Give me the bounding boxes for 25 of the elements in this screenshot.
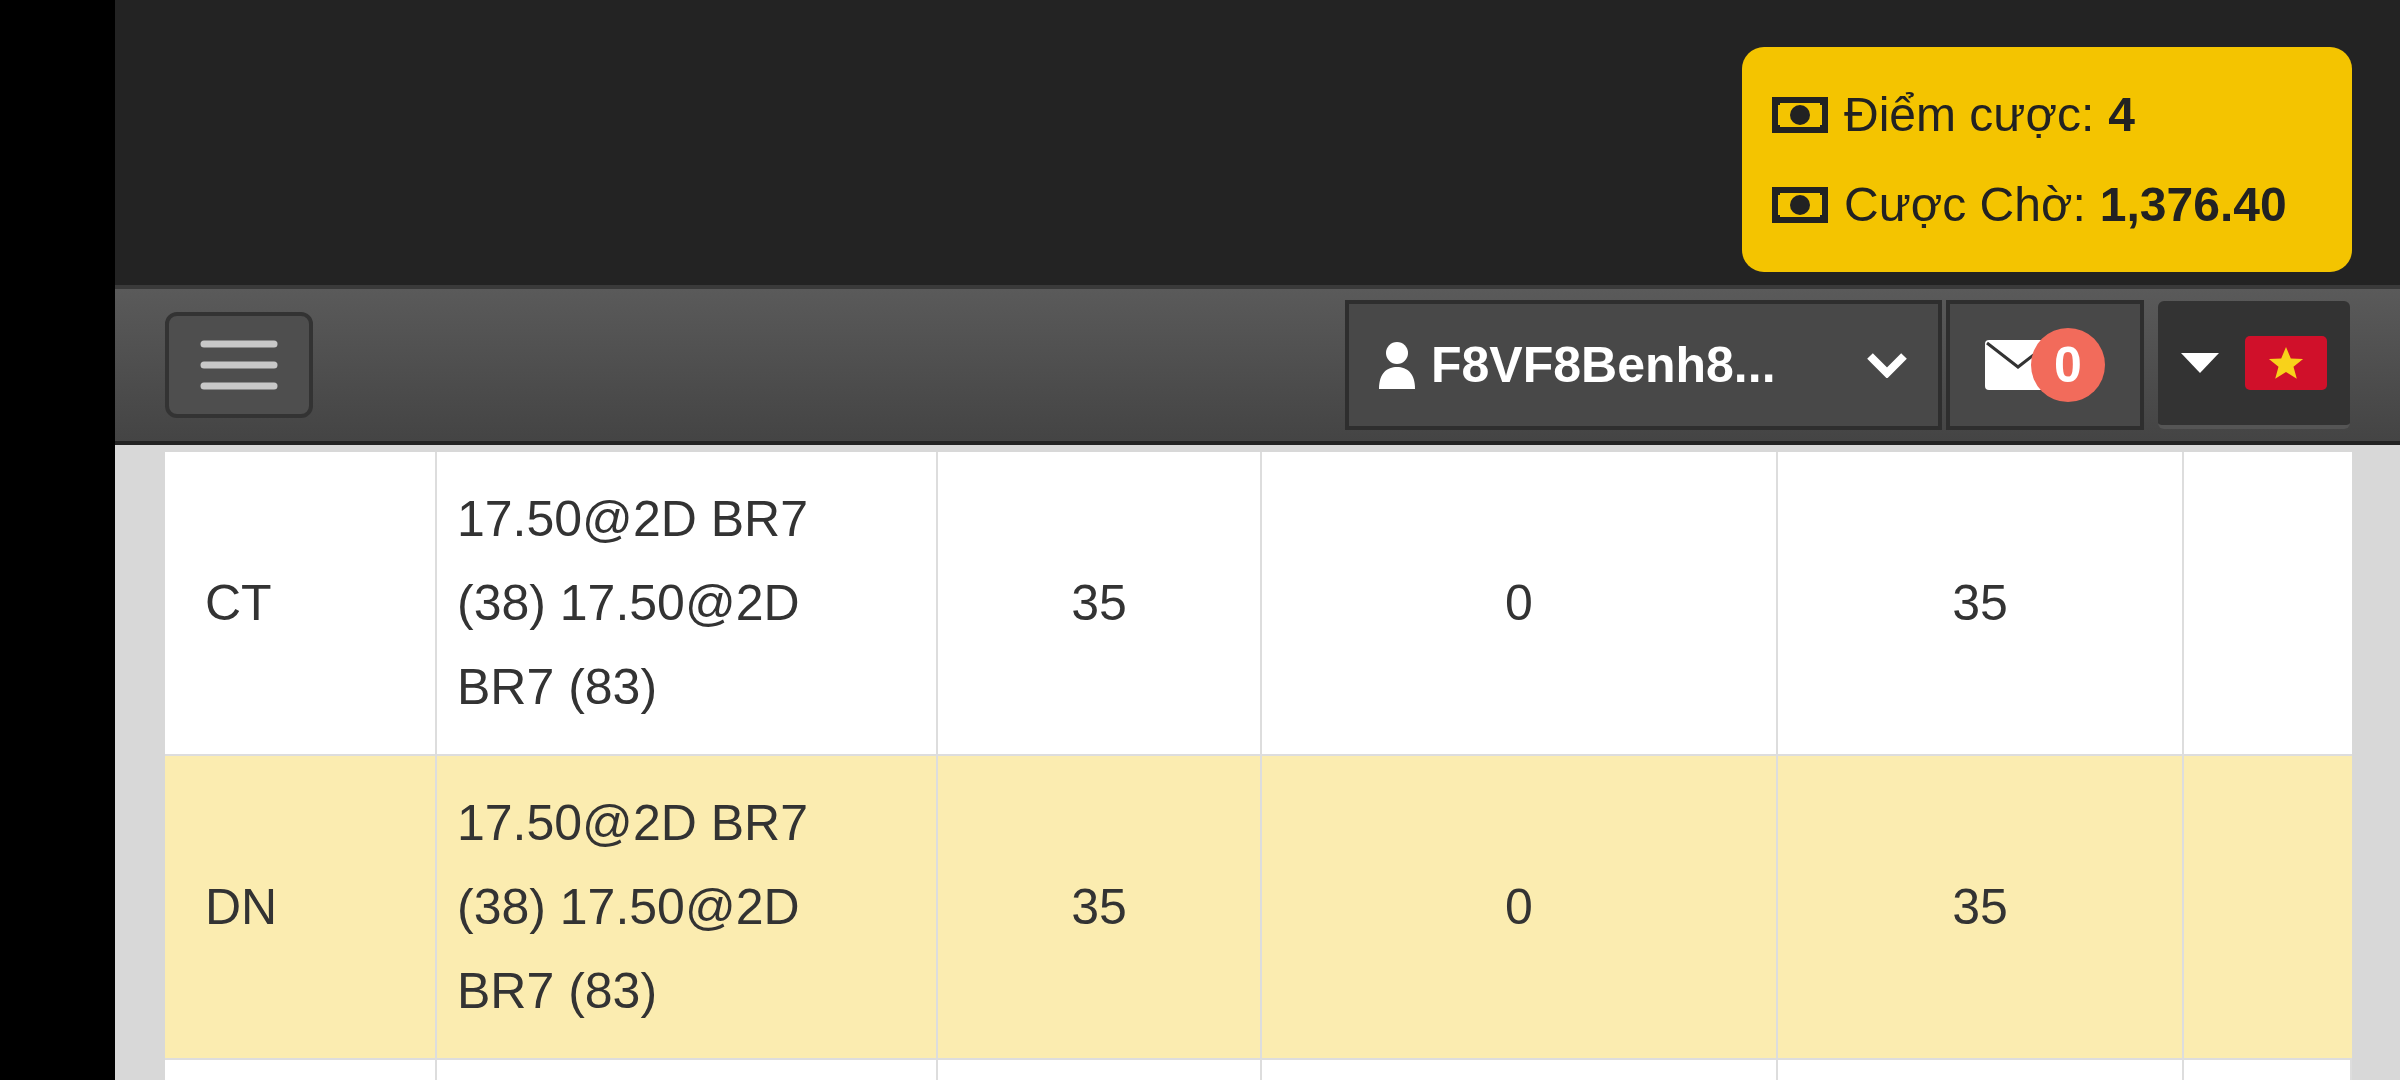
table-cell: 0 — [1262, 452, 1778, 754]
balance-value: 4 — [2108, 86, 2135, 143]
caret-icon — [2181, 353, 2219, 373]
balance-value: 1,376.40 — [2099, 176, 2287, 233]
balance-label: Cược Chờ: — [1844, 176, 2086, 233]
table-cell: 35 — [938, 756, 1262, 1058]
table-cell: DN — [165, 756, 437, 1058]
banknote-icon — [1770, 184, 1830, 225]
table-cell: 17.50@2D BR7 (38) 17.50@2D BR7 (83) — [437, 756, 938, 1058]
banknote-icon — [1770, 94, 1830, 135]
user-dropdown[interactable]: F8VF8Benh8... — [1345, 300, 1942, 430]
table-cell: 35 — [938, 452, 1262, 754]
table-cell: 0 — [1262, 756, 1778, 1058]
menu-button[interactable] — [165, 312, 313, 418]
table-cell: 35 — [1778, 756, 2184, 1058]
table-cell: 17.50@2D BR7 (38) 17.50@2D BR7 (83) — [437, 452, 938, 754]
user-icon — [1379, 341, 1415, 389]
language-dropdown[interactable] — [2158, 301, 2350, 429]
flag-icon — [2245, 336, 2327, 390]
table-cell: 35 — [1778, 452, 2184, 754]
chevron-down-icon — [1866, 352, 1908, 378]
menu-icon — [200, 339, 278, 391]
message-count-badge: 0 — [2031, 328, 2105, 402]
table-cell: CT — [165, 452, 437, 754]
balance-label: Điểm cược: — [1844, 86, 2095, 143]
